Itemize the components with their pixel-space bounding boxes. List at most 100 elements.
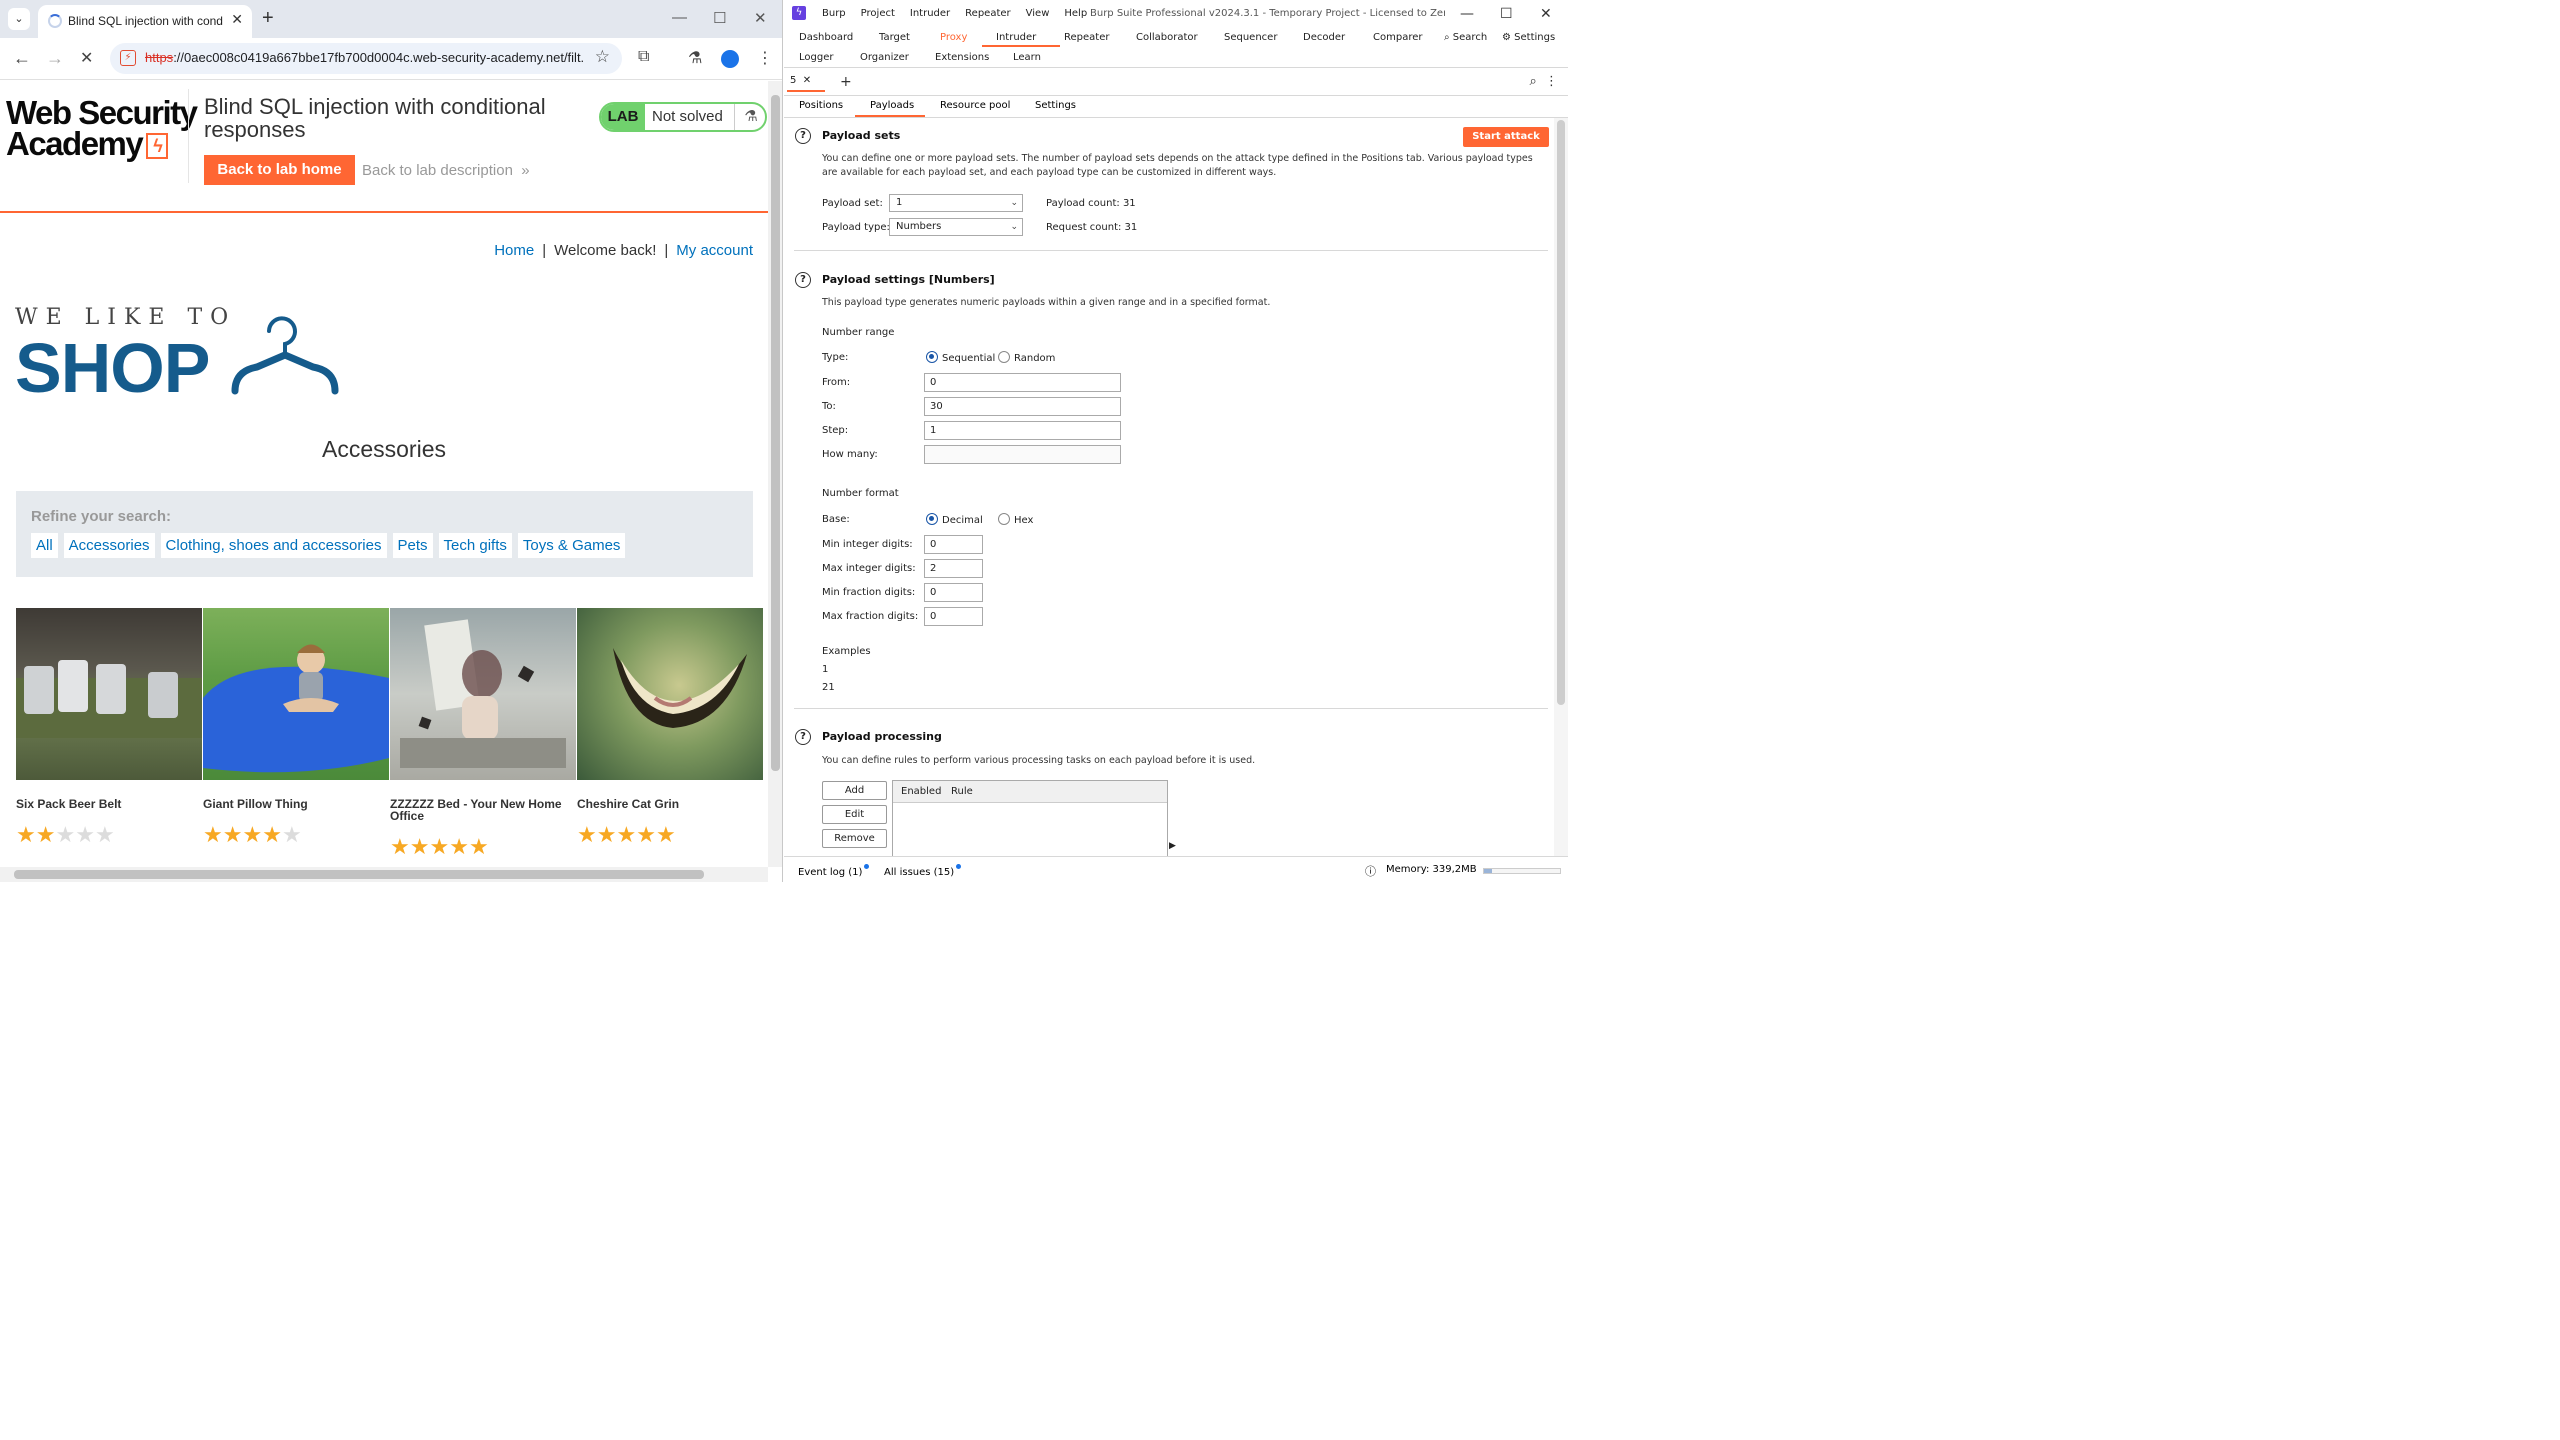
menu-intruder[interactable]: Intruder <box>910 8 950 19</box>
tab-close-icon[interactable]: ✕ <box>231 11 243 28</box>
back-to-lab-home-button[interactable]: Back to lab home <box>204 155 355 185</box>
search-icon[interactable]: ⌕ <box>1529 74 1536 89</box>
url-text[interactable]: https://0aec008c0419a667bbe17fb700d0004c… <box>145 50 585 65</box>
my-account-link[interactable]: My account <box>676 242 753 259</box>
tab-payloads[interactable]: Payloads <box>870 100 914 111</box>
column-rule[interactable]: Rule <box>951 786 973 797</box>
event-log-link[interactable]: Event log (1) <box>798 864 870 878</box>
start-attack-button[interactable]: Start attack <box>1463 127 1549 147</box>
web-security-academy-logo[interactable]: Web Security Academy ϟ <box>6 96 198 160</box>
filter-link[interactable]: Tech gifts <box>438 533 512 558</box>
page-horizontal-scrollbar[interactable] <box>0 867 768 882</box>
payload-set-select[interactable]: 1 ⌄ <box>889 194 1023 212</box>
to-input[interactable]: 30 <box>924 397 1121 416</box>
menu-burp[interactable]: Burp <box>822 8 846 19</box>
product-card[interactable]: ZZZZZZ Bed - Your New Home Office ★★★★★ <box>390 608 576 859</box>
product-card[interactable]: Cheshire Cat Grin ★★★★★ <box>577 608 763 847</box>
min-integer-digits-input[interactable]: 0 <box>924 535 983 554</box>
filter-link[interactable]: Toys & Games <box>517 533 626 558</box>
column-enabled[interactable]: Enabled <box>901 786 941 797</box>
labs-flask-icon[interactable]: ⚗ <box>688 48 702 68</box>
tab-dashboard[interactable]: Dashboard <box>799 32 853 43</box>
search-button[interactable]: ⌕ Search <box>1444 32 1487 43</box>
burp-vertical-scrollbar[interactable] <box>1554 118 1568 856</box>
tab-extensions[interactable]: Extensions <box>935 52 989 63</box>
new-attack-tab-button[interactable]: + <box>840 74 852 90</box>
menu-project[interactable]: Project <box>861 8 895 19</box>
add-rule-button[interactable]: Add <box>822 781 887 800</box>
back-to-lab-description-link[interactable]: Back to lab description » <box>362 162 530 179</box>
new-tab-button[interactable]: + <box>262 7 274 30</box>
payload-type-select[interactable]: Numbers ⌄ <box>889 218 1023 236</box>
profile-avatar[interactable] <box>721 50 739 68</box>
tab-intruder[interactable]: Intruder <box>996 32 1036 43</box>
product-image[interactable] <box>16 608 202 780</box>
product-name[interactable]: Cheshire Cat Grin <box>577 798 757 810</box>
home-link[interactable]: Home <box>494 242 534 259</box>
site-info-icon[interactable]: ⚡ <box>120 50 136 66</box>
help-icon[interactable]: ? <box>795 128 811 144</box>
tab-sequencer[interactable]: Sequencer <box>1224 32 1277 43</box>
all-issues-link[interactable]: All issues (15) <box>884 864 962 878</box>
sequential-radio[interactable]: Sequential <box>926 351 995 364</box>
tab-collaborator[interactable]: Collaborator <box>1136 32 1198 43</box>
product-name[interactable]: Six Pack Beer Belt <box>16 798 196 810</box>
hex-radio[interactable]: Hex <box>998 513 1033 526</box>
product-image[interactable] <box>203 608 389 780</box>
back-arrow-icon[interactable]: ← <box>13 48 31 69</box>
from-input[interactable]: 0 <box>924 373 1121 392</box>
minimize-button[interactable]: — <box>672 9 687 26</box>
processing-rules-table[interactable]: Enabled Rule ▶ <box>892 780 1176 856</box>
tab-organizer[interactable]: Organizer <box>860 52 909 63</box>
filter-link[interactable]: All <box>31 533 58 558</box>
tab-resource-pool[interactable]: Resource pool <box>940 100 1010 111</box>
stop-loading-icon[interactable]: ✕ <box>80 48 93 68</box>
forward-arrow-icon[interactable]: → <box>46 48 64 69</box>
product-name[interactable]: ZZZZZZ Bed - Your New Home Office <box>390 798 570 822</box>
burp-maximize-button[interactable]: ☐ <box>1500 6 1513 22</box>
random-radio[interactable]: Random <box>998 351 1055 364</box>
page-vertical-scrollbar[interactable] <box>768 81 782 867</box>
burp-minimize-button[interactable]: — <box>1460 6 1474 22</box>
close-icon[interactable]: ✕ <box>803 75 811 86</box>
chrome-menu-icon[interactable]: ⋮ <box>757 48 773 68</box>
tab-learn[interactable]: Learn <box>1013 52 1041 63</box>
address-bar[interactable]: ⚡ https://0aec008c0419a667bbe17fb700d000… <box>110 43 622 74</box>
filter-link[interactable]: Accessories <box>63 533 155 558</box>
how-many-input[interactable] <box>924 445 1121 464</box>
tab-decoder[interactable]: Decoder <box>1303 32 1345 43</box>
tab-repeater[interactable]: Repeater <box>1064 32 1109 43</box>
extensions-icon[interactable]: ⧉ <box>638 48 649 66</box>
decimal-radio[interactable]: Decimal <box>926 513 983 526</box>
browser-tab[interactable]: Blind SQL injection with conditi ✕ <box>38 5 252 38</box>
help-icon[interactable]: ? <box>795 729 811 745</box>
tab-proxy[interactable]: Proxy <box>940 32 967 43</box>
max-fraction-digits-input[interactable]: 0 <box>924 607 983 626</box>
max-integer-digits-input[interactable]: 2 <box>924 559 983 578</box>
more-options-icon[interactable]: ⋮ <box>1545 74 1558 89</box>
filter-link[interactable]: Clothing, shoes and accessories <box>160 533 387 558</box>
edit-rule-button[interactable]: Edit <box>822 805 887 824</box>
tab-positions[interactable]: Positions <box>799 100 843 111</box>
maximize-button[interactable]: ☐ <box>713 9 726 27</box>
close-window-button[interactable]: ✕ <box>754 9 767 27</box>
bookmark-star-icon[interactable]: ☆ <box>595 47 610 67</box>
tab-search-button[interactable]: ⌄ <box>8 8 30 30</box>
menu-repeater[interactable]: Repeater <box>965 8 1010 19</box>
tab-logger[interactable]: Logger <box>799 52 833 63</box>
help-icon[interactable]: ? <box>795 272 811 288</box>
tab-target[interactable]: Target <box>879 32 910 43</box>
menu-help[interactable]: Help <box>1064 8 1087 19</box>
step-input[interactable]: 1 <box>924 421 1121 440</box>
filter-link[interactable]: Pets <box>392 533 433 558</box>
product-image[interactable] <box>390 608 576 780</box>
remove-rule-button[interactable]: Remove <box>822 829 887 848</box>
attack-tab[interactable]: 5 ✕ <box>790 75 811 86</box>
product-card[interactable]: Giant Pillow Thing ★★★★★ <box>203 608 389 847</box>
min-fraction-digits-input[interactable]: 0 <box>924 583 983 602</box>
tab-settings[interactable]: Settings <box>1035 100 1076 111</box>
product-name[interactable]: Giant Pillow Thing <box>203 798 383 810</box>
product-card[interactable]: Six Pack Beer Belt ★★★★★ <box>16 608 202 847</box>
settings-button[interactable]: ⚙ Settings <box>1502 32 1555 43</box>
product-image[interactable] <box>577 608 763 780</box>
